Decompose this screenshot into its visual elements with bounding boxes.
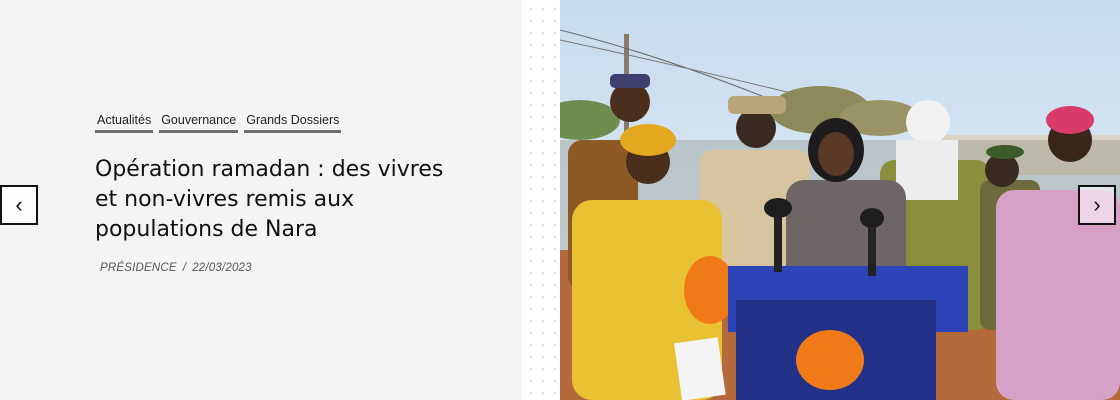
featured-slider: Actualités Gouvernance Grands Dossiers O… <box>0 0 1120 400</box>
category-list: Actualités Gouvernance Grands Dossiers <box>95 113 342 133</box>
ceremony-photo-illustration <box>560 0 1120 400</box>
category-gouvernance[interactable]: Gouvernance <box>159 113 239 133</box>
article-photo[interactable] <box>560 0 1120 400</box>
chevron-right-icon: › <box>1093 192 1101 217</box>
article-meta: PRÉSIDENCE / 22/03/2023 <box>100 262 252 274</box>
chevron-left-icon: ‹ <box>15 192 23 217</box>
article-panel: Actualités Gouvernance Grands Dossiers O… <box>0 0 522 400</box>
article-title[interactable]: Opération ramadan : des vivres et non-vi… <box>95 155 445 245</box>
slider-prev-button[interactable]: ‹ <box>0 185 38 225</box>
category-grands-dossiers[interactable]: Grands Dossiers <box>244 113 342 133</box>
category-actualites[interactable]: Actualités <box>95 113 154 133</box>
meta-separator: / <box>182 262 187 274</box>
article-author: PRÉSIDENCE <box>100 262 177 274</box>
slider-next-button[interactable]: › <box>1078 185 1116 225</box>
dotted-divider <box>522 0 560 400</box>
article-date: 22/03/2023 <box>192 262 252 274</box>
